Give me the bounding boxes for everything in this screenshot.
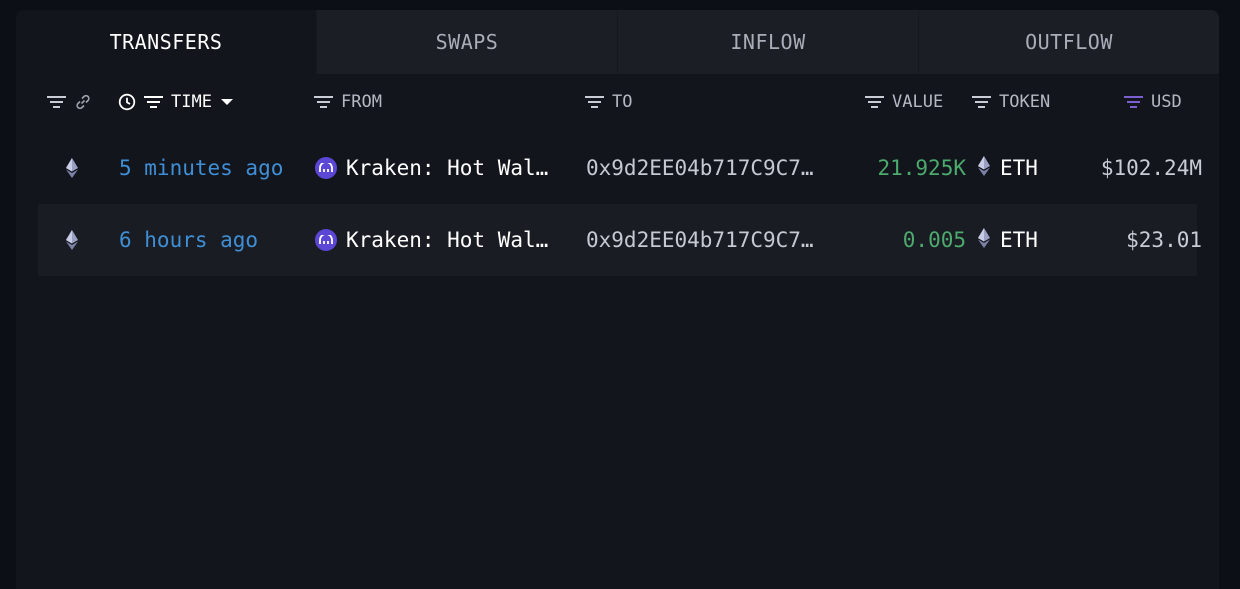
filter-icon[interactable]: [972, 95, 991, 109]
from-label: Kraken: Hot Wal…: [346, 228, 549, 252]
header-time-label: TIME: [171, 92, 212, 112]
kraken-icon: [315, 229, 337, 251]
token-symbol: ETH: [1000, 156, 1038, 180]
to-address[interactable]: 0x9d2EE04b717C9C7…: [586, 204, 814, 276]
tab-inflow[interactable]: INFLOW: [617, 10, 918, 74]
header-usd-label: USD: [1151, 92, 1182, 112]
transfers-panel: TRANSFERS SWAPS INFLOW OUTFLOW TIME FROM…: [16, 10, 1219, 589]
header-to[interactable]: TO: [585, 82, 632, 122]
ethereum-icon: [66, 204, 78, 276]
token-cell[interactable]: ETH: [978, 204, 1038, 276]
tab-swaps[interactable]: SWAPS: [316, 10, 617, 74]
filter-icon[interactable]: [47, 95, 66, 109]
from-entity[interactable]: Kraken: Hot Wal…: [315, 132, 548, 204]
header-chain-controls: [47, 82, 92, 122]
time-link[interactable]: 6 hours ago: [119, 204, 258, 276]
filter-icon[interactable]: [144, 95, 163, 109]
from-entity[interactable]: Kraken: Hot Wal…: [315, 204, 548, 276]
filter-icon[interactable]: [585, 95, 604, 109]
header-from-label: FROM: [341, 92, 382, 112]
token-symbol: ETH: [1000, 228, 1038, 252]
ethereum-icon: [978, 155, 990, 181]
clock-icon: [118, 93, 136, 111]
link-icon[interactable]: [74, 93, 92, 111]
time-link[interactable]: 5 minutes ago: [119, 132, 283, 204]
kraken-icon: [315, 157, 337, 179]
header-usd[interactable]: USD: [1124, 82, 1182, 122]
token-cell[interactable]: ETH: [978, 132, 1038, 204]
value-amount: 21.925K: [877, 156, 966, 180]
header-time[interactable]: TIME: [118, 82, 234, 122]
header-to-label: TO: [612, 92, 633, 112]
header-value[interactable]: VALUE: [865, 82, 943, 122]
header-value-label: VALUE: [892, 92, 944, 112]
usd-amount: $102.24M: [1100, 156, 1202, 180]
table-row[interactable]: 5 minutes ago Kraken: Hot Wal… 0x9d2EE04…: [38, 132, 1202, 204]
filter-icon[interactable]: [314, 95, 333, 109]
to-address[interactable]: 0x9d2EE04b717C9C7…: [586, 132, 814, 204]
tab-outflow[interactable]: OUTFLOW: [918, 10, 1219, 74]
table-header: TIME FROM TO VALUE TOKEN USD: [16, 82, 1219, 122]
value-amount: 0.005: [902, 228, 966, 252]
header-token-label: TOKEN: [999, 92, 1051, 112]
tab-bar: TRANSFERS SWAPS INFLOW OUTFLOW: [16, 10, 1219, 74]
caret-down-icon[interactable]: [220, 97, 234, 107]
tab-transfers[interactable]: TRANSFERS: [16, 10, 316, 74]
table-row[interactable]: 6 hours ago Kraken: Hot Wal… 0x9d2EE04b7…: [38, 204, 1202, 276]
ethereum-icon: [66, 132, 78, 204]
filter-icon[interactable]: [865, 95, 884, 109]
from-label: Kraken: Hot Wal…: [346, 156, 549, 180]
header-from[interactable]: FROM: [314, 82, 382, 122]
ethereum-icon: [978, 227, 990, 253]
header-token[interactable]: TOKEN: [972, 82, 1050, 122]
usd-amount: $23.01: [1126, 228, 1202, 252]
filter-active-icon[interactable]: [1124, 95, 1143, 109]
